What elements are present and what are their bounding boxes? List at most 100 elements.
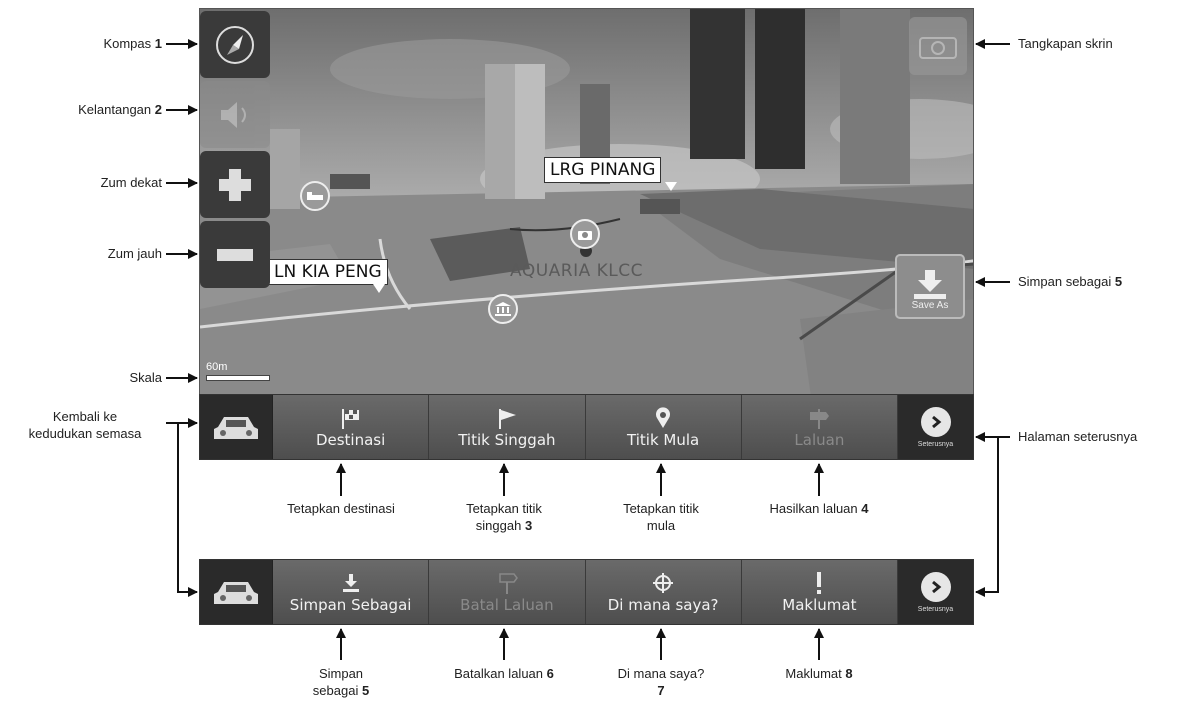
camera-poi-icon[interactable] — [570, 219, 600, 249]
callout-zoom-out: Zum jauh — [107, 246, 162, 261]
callout-cancel-route-number: 6 — [546, 666, 554, 681]
callout-next-page: Halaman seterusnya — [1018, 429, 1138, 444]
car-icon — [214, 417, 258, 439]
cancel-route-label: Batal Laluan — [460, 596, 554, 614]
chevron-right-icon — [920, 571, 951, 602]
callout-current-position-line1: Kembali ke — [52, 409, 118, 424]
callout-route-number: 4 — [861, 501, 869, 516]
start-point-label: Titik Mula — [627, 431, 700, 449]
street-label-lrg-pinang: LRG PINANG — [544, 157, 678, 191]
callout-save-as-2-number: 5 — [361, 683, 370, 698]
street-label-ln-kia-peng: LN KIA PENG — [268, 259, 388, 293]
current-position-button[interactable] — [200, 395, 273, 459]
camera-icon — [919, 37, 957, 59]
speaker-icon — [221, 101, 246, 128]
download-icon — [914, 270, 946, 299]
callout-start-point-line2: mula — [646, 518, 676, 533]
location-pin-icon — [656, 407, 671, 428]
place-label-aquaria: AQUARIA KLCC — [510, 261, 644, 281]
scale-label: 60m — [206, 361, 228, 373]
signpost-icon — [810, 409, 830, 429]
callout-compass: Kompas 1 — [103, 36, 162, 51]
callout-save-as-number: 5 — [1114, 274, 1123, 289]
callout-save-as-2-line1: Simpan — [318, 666, 364, 681]
route-button[interactable]: Laluan — [741, 395, 898, 459]
toolbar-page-2: Simpan Sebagai Batal Laluan Di mana saya… — [199, 559, 974, 625]
callout-waypoint-line1: Tetapkan titik — [466, 501, 542, 516]
map-scale: 60m — [206, 361, 270, 381]
callout-route-text: Hasilkan laluan — [769, 501, 858, 516]
car-icon — [214, 582, 258, 604]
callout-waypoint-number: 3 — [524, 518, 533, 533]
callout-volume: Kelantangan 2 — [78, 102, 162, 117]
where-am-i-button[interactable]: Di mana saya? — [585, 560, 742, 624]
callout-scale: Skala — [129, 370, 162, 385]
map-view[interactable]: LRG PINANG LN KIA PENG AQUARIA KLCC 60m — [199, 8, 974, 460]
information-label: Maklumat — [782, 596, 857, 614]
callout-screenshot: Tangkapan skrin — [1018, 36, 1113, 51]
save-as-map-button[interactable]: Save As — [895, 254, 965, 319]
museum-poi-icon[interactable] — [488, 294, 518, 324]
flag-icon — [498, 409, 516, 429]
information-button[interactable]: Maklumat — [741, 560, 898, 624]
exclamation-icon — [817, 572, 822, 594]
chevron-right-icon — [920, 406, 951, 437]
callout-save-as-2: Simpan sebagai 5 — [281, 665, 401, 699]
next-page-label-2: Seterusnya — [917, 605, 954, 613]
save-as-label: Save As — [911, 300, 949, 311]
callout-save-as-text: Simpan sebagai — [1018, 274, 1112, 289]
callout-cancel-route: Batalkan laluan 6 — [424, 665, 584, 682]
save-as-button[interactable]: Simpan Sebagai — [273, 560, 430, 624]
callout-start-point: Tetapkan titik mula — [591, 500, 731, 534]
download-icon — [342, 574, 359, 592]
callout-volume-text: Kelantangan — [78, 102, 152, 117]
callout-waypoint-line2: singgah — [475, 518, 522, 533]
screenshot-button[interactable] — [909, 17, 967, 75]
callout-information-text: Maklumat — [785, 666, 842, 681]
destination-button[interactable]: Destinasi — [273, 395, 430, 459]
volume-button[interactable] — [200, 81, 270, 148]
callout-save-as-2-line2: sebagai — [312, 683, 359, 698]
callout-current-position-line2: kedudukan semasa — [28, 426, 142, 441]
route-label: Laluan — [794, 431, 845, 449]
crosshair-icon — [653, 573, 674, 593]
callout-destination: Tetapkan destinasi — [287, 501, 395, 516]
waypoint-label: Titik Singgah — [458, 431, 556, 449]
cancel-route-button[interactable]: Batal Laluan — [429, 560, 586, 624]
plus-icon — [219, 168, 251, 201]
callout-compass-text: Kompas — [103, 36, 152, 51]
callout-information-number: 8 — [845, 666, 853, 681]
callout-where-am-i-line1: Di mana saya? — [617, 666, 705, 681]
next-page-label: Seterusnya — [917, 440, 954, 448]
where-am-i-label: Di mana saya? — [607, 596, 719, 614]
next-page-button-2[interactable]: Seterusnya — [898, 560, 973, 624]
callout-information: Maklumat 8 — [754, 665, 884, 682]
waypoint-button[interactable]: Titik Singgah — [429, 395, 586, 459]
checkered-flag-icon — [341, 409, 359, 429]
save-as-button-label: Simpan Sebagai — [289, 596, 412, 614]
callout-cancel-route-text: Batalkan laluan — [454, 666, 544, 681]
callout-zoom-in: Zum dekat — [100, 175, 162, 190]
minus-icon — [217, 248, 253, 261]
callout-where-am-i: Di mana saya? 7 — [591, 665, 731, 699]
callout-start-point-line1: Tetapkan titik — [623, 501, 699, 516]
start-point-button[interactable]: Titik Mula — [585, 395, 742, 459]
hotel-poi-icon[interactable] — [300, 181, 330, 211]
callout-route: Hasilkan laluan 4 — [744, 500, 894, 517]
zoom-in-button[interactable] — [200, 151, 270, 218]
callout-save-as: Simpan sebagai 5 — [1018, 274, 1122, 289]
scale-bar — [206, 375, 270, 381]
compass-icon — [216, 25, 254, 64]
toolbar-page-1: Destinasi Titik Singgah Titik Mula Lalua… — [199, 394, 974, 460]
compass-button[interactable] — [200, 11, 270, 78]
cancel-signpost-icon — [499, 573, 518, 594]
callout-waypoint: Tetapkan titik singgah 3 — [434, 500, 574, 534]
destination-label: Destinasi — [315, 431, 386, 449]
callout-current-position: Kembali ke kedudukan semasa — [4, 408, 166, 442]
current-position-button-2[interactable] — [200, 560, 273, 624]
zoom-out-button[interactable] — [200, 221, 270, 288]
callout-compass-number: 1 — [154, 36, 162, 51]
callout-where-am-i-number: 7 — [657, 683, 665, 698]
next-page-button[interactable]: Seterusnya — [898, 395, 973, 459]
callout-volume-number: 2 — [154, 102, 162, 117]
